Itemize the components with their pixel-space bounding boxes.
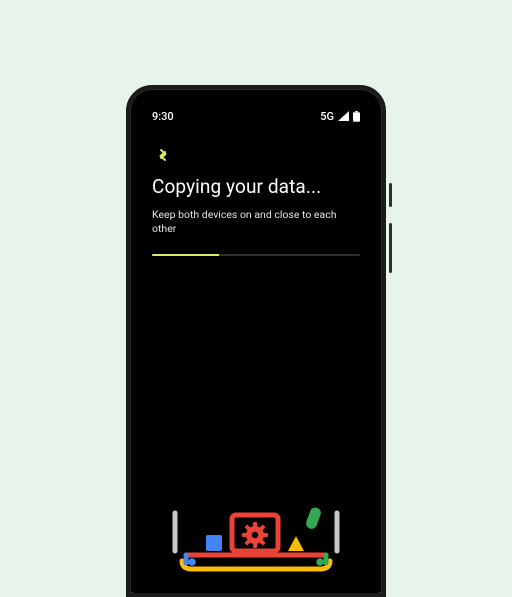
phone-device: 9:30 5G (126, 85, 386, 597)
green-pill-icon (305, 506, 323, 530)
page-title: Copying your data... (152, 175, 360, 198)
signal-icon (338, 111, 349, 121)
phone-side-button (389, 223, 392, 273)
gear-icon (242, 522, 268, 548)
network-label: 5G (320, 110, 334, 123)
phone-screen: 9:30 5G (134, 93, 378, 593)
conveyor-illustration (134, 443, 378, 593)
status-time: 9:30 (152, 110, 174, 123)
progress-bar (152, 254, 360, 256)
phone-side-button (389, 183, 392, 207)
battery-icon (353, 111, 360, 122)
page-subtext: Keep both devices on and close to each o… (152, 208, 360, 236)
phone-frame: 9:30 5G (126, 85, 386, 597)
progress-fill (152, 254, 219, 256)
status-bar: 9:30 5G (152, 107, 360, 125)
blue-square-icon (206, 535, 222, 551)
status-right: 5G (320, 110, 360, 123)
yellow-triangle-icon (288, 536, 304, 551)
transfer-arrows-icon (152, 147, 174, 161)
